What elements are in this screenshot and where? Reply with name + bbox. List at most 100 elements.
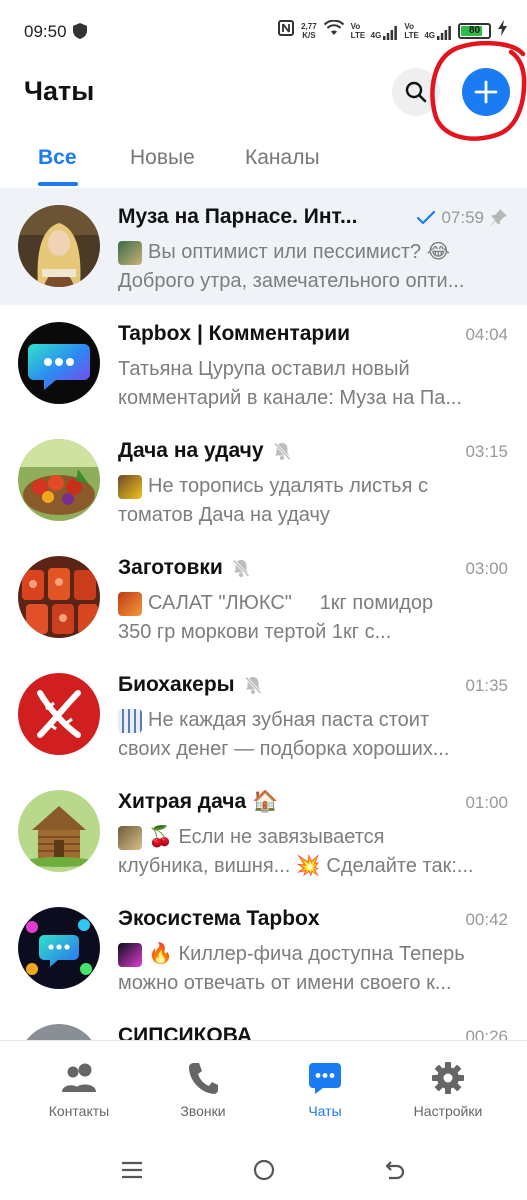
- chat-row-dacha-na-udachu[interactable]: Дача на удачу 03:15 Не торопись удалять …: [0, 422, 527, 539]
- nav-chats[interactable]: Чаты: [270, 1059, 380, 1119]
- chat-row-tapbox-comments[interactable]: Tapbox | Комментарии 04:04 Татьяна Цуруп…: [0, 305, 527, 422]
- plus-icon: [474, 80, 498, 104]
- sim2-network: 4G: [424, 30, 435, 40]
- tab-channels[interactable]: Каналы: [245, 146, 320, 170]
- pin-icon: [490, 209, 507, 226]
- nav-label: Звонки: [180, 1103, 226, 1119]
- back-icon[interactable]: [384, 1159, 406, 1186]
- preview-thumbnail: [118, 825, 142, 850]
- muted-bell-icon: [273, 442, 291, 461]
- preview-line-2: 350 гр моркови тертой 1кг с...: [118, 621, 392, 643]
- net-speed-unit: K/S: [302, 30, 316, 40]
- sim1-signal: Vo LTE 4G: [351, 22, 398, 40]
- chat-row-muza[interactable]: Муза на Парнасе. Инт... 07:59 Вы оптимис…: [0, 188, 527, 305]
- chat-preview: Не торопись удалять листья с томатов Дач…: [118, 472, 510, 530]
- avatar: [18, 556, 100, 638]
- chat-time: 03:15: [465, 442, 508, 461]
- chat-row-zagotovki[interactable]: Заготовки 03:00 САЛАТ "ЛЮКС" 1кг помидор…: [0, 539, 527, 656]
- preview-thumbnail: [118, 240, 142, 265]
- status-bar: 09:50 2,77 K/S Vo LTE 4G Vo LTE 4G 80: [0, 0, 527, 64]
- chat-title: Хитрая дача 🏠: [118, 790, 279, 813]
- chat-name: Дача на удачу: [118, 439, 292, 463]
- chat-preview: Татьяна Цурупа оставил новый комментарий…: [118, 355, 510, 413]
- chat-time: 03:00: [465, 559, 508, 578]
- nfc-icon: [278, 20, 295, 41]
- chat-title: Экосистема Tapbox: [118, 907, 320, 930]
- chat-filter-tabs: Все Новые Каналы: [0, 132, 527, 188]
- preview-line-2: клубника, вишня... 💥 Сделайте так:...: [118, 855, 474, 877]
- nav-label: Контакты: [48, 1103, 110, 1119]
- chat-title: Tapbox | Комментарии: [118, 322, 351, 345]
- sim1-network: 4G: [370, 30, 382, 40]
- chat-preview: 🔥 Киллер-фича доступна Теперь можно отве…: [118, 940, 510, 998]
- chat-preview: САЛАТ "ЛЮКС" 1кг помидор 350 гр моркови …: [118, 589, 510, 647]
- nav-contacts[interactable]: Контакты: [24, 1059, 134, 1119]
- bottom-navigation: Контакты Звонки Чаты Настройки: [0, 1040, 527, 1140]
- preview-line-1: Не каждая зубная паста стоит: [148, 709, 430, 731]
- chat-title: Биохакеры: [118, 673, 235, 696]
- preview-line-1: Татьяна Цурупа оставил новый: [118, 358, 410, 380]
- chat-row-hitraya-dacha[interactable]: Хитрая дача 🏠 01:00 🍒 Если не завязывает…: [0, 773, 527, 890]
- chat-preview: 🍒 Если не завязывается клубника, вишня..…: [118, 823, 510, 881]
- preview-line-1: Вы оптимист или пессимист? 😂: [148, 241, 451, 263]
- chat-title: Муза на Парнасе. Инт...: [118, 205, 358, 228]
- home-icon[interactable]: [253, 1159, 275, 1186]
- nav-calls[interactable]: Звонки: [148, 1059, 258, 1119]
- app-header: Чаты: [0, 41, 527, 141]
- chat-meta: 00:26: [465, 1027, 508, 1040]
- chat-title: СИПСИКОВА: [118, 1024, 253, 1040]
- tab-all[interactable]: Все: [38, 146, 77, 170]
- chat-name: Муза на Парнасе. Инт...: [118, 205, 357, 229]
- avatar: [18, 322, 100, 404]
- net-speed: 2,77 K/S: [301, 22, 317, 40]
- chat-meta: 01:00: [465, 793, 508, 813]
- chat-row-sipsikova[interactable]: СИПСИКОВА 00:26: [0, 1007, 527, 1040]
- status-icons: 2,77 K/S Vo LTE 4G Vo LTE 4G 80: [278, 19, 507, 41]
- sim2-volte: Vo LTE: [404, 21, 419, 40]
- avatar: [18, 439, 100, 521]
- preview-line-2: Доброго утра, замечательного опти...: [118, 270, 465, 292]
- sim2-signal: Vo LTE 4G: [404, 22, 451, 40]
- preview-line-2: комментарий в канале: Муза на Па...: [118, 387, 463, 409]
- search-button[interactable]: [392, 68, 440, 116]
- chat-meta: 01:35: [465, 676, 508, 696]
- chat-name: Tapbox | Комментарии: [118, 322, 350, 346]
- chat-list: Муза на Парнасе. Инт... 07:59 Вы оптимис…: [0, 188, 527, 1040]
- preview-line-1: САЛАТ "ЛЮКС" 1кг помидор: [148, 592, 434, 614]
- signal-bars-icon: [437, 25, 451, 40]
- preview-line-2: можно отвечать от имени своего к...: [118, 972, 452, 994]
- avatar: [18, 673, 100, 755]
- chat-row-biohakery[interactable]: Биохакеры 01:35 Не каждая зубная паста с…: [0, 656, 527, 773]
- chat-time: 07:59: [441, 208, 484, 227]
- chat-preview: Не каждая зубная паста стоит своих денег…: [118, 706, 510, 764]
- chat-title: Заготовки: [118, 556, 223, 579]
- recent-apps-icon[interactable]: [121, 1160, 143, 1185]
- new-chat-button[interactable]: [462, 68, 510, 116]
- phone-icon: [148, 1059, 258, 1097]
- battery-level: 80: [468, 25, 481, 36]
- chat-bubble-icon: [270, 1059, 380, 1097]
- chat-meta: 07:59: [417, 208, 508, 228]
- signal-bars-icon: [383, 25, 398, 40]
- charging-icon: [498, 20, 507, 41]
- chat-meta: 03:15: [465, 442, 508, 462]
- tab-new[interactable]: Новые: [130, 146, 195, 170]
- preview-thumbnail: [118, 591, 142, 616]
- nav-settings[interactable]: Настройки: [393, 1059, 503, 1119]
- muted-bell-icon: [244, 676, 262, 695]
- muted-bell-icon: [232, 559, 250, 578]
- chat-row-ekosistema-tapbox[interactable]: Экосистема Tapbox 00:42 🔥 Киллер-фича до…: [0, 890, 527, 1007]
- sim1-volte: Vo LTE: [350, 21, 366, 40]
- read-check-icon: [417, 211, 436, 225]
- gear-icon: [393, 1059, 503, 1097]
- chat-time: 00:26: [465, 1027, 508, 1040]
- chat-name: СИПСИКОВА: [118, 1024, 252, 1040]
- chat-name: Хитрая дача 🏠: [118, 790, 278, 814]
- battery-icon: 80: [458, 22, 491, 39]
- chat-name: Биохакеры: [118, 673, 263, 697]
- chat-time: 04:04: [465, 325, 508, 344]
- avatar: [18, 1024, 100, 1040]
- preview-thumbnail: [118, 708, 142, 733]
- chat-meta: 04:04: [465, 325, 508, 345]
- chat-time: 01:00: [465, 793, 508, 812]
